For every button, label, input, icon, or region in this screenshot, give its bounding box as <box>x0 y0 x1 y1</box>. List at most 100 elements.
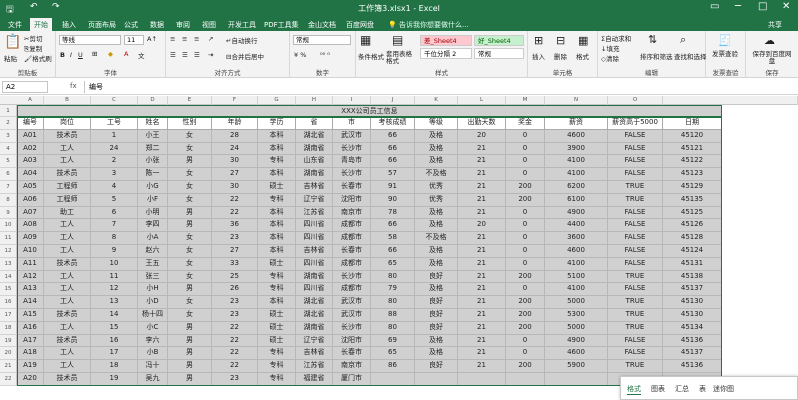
table-cell[interactable]: 专科 <box>258 360 296 373</box>
table-cell[interactable]: 0 <box>506 129 545 143</box>
decimal-icon[interactable]: ⁰⁰ ⁰ <box>320 51 330 59</box>
table-cell[interactable]: 王五 <box>138 257 168 271</box>
table-cell[interactable]: 良好 <box>415 309 458 322</box>
table-cell[interactable]: FALSE <box>608 129 663 143</box>
find-select-icon[interactable]: ⌕ <box>680 33 686 47</box>
table-cell[interactable]: 及格 <box>415 334 458 348</box>
table-cell[interactable]: 工程师 <box>44 193 91 207</box>
table-cell[interactable]: 女 <box>168 232 212 245</box>
table-cell[interactable]: 45129 <box>663 181 722 194</box>
table-cell[interactable]: 0 <box>506 232 545 245</box>
find-select-button[interactable]: 查找和选择 <box>674 51 707 61</box>
row-header[interactable]: 4 <box>0 142 17 156</box>
minimize-icon[interactable]: ─ <box>735 1 741 12</box>
tab-view[interactable]: 视图 <box>198 18 220 31</box>
invoice-icon[interactable]: 🧾 <box>718 34 732 47</box>
table-format-button[interactable]: 套用表格格式 <box>386 51 416 65</box>
table-cell[interactable]: 四川省 <box>296 283 333 297</box>
table-cell[interactable]: 良好 <box>415 296 458 309</box>
table-cell[interactable]: A03 <box>17 155 44 169</box>
table-cell[interactable]: FALSE <box>608 347 663 361</box>
table-cell[interactable]: 武汉市 <box>333 129 371 143</box>
table-cell[interactable]: 硕士 <box>258 181 296 194</box>
style-normal[interactable]: 常规 <box>474 48 524 59</box>
qa-tab-sparklines[interactable]: 迷你图 <box>713 384 734 394</box>
table-cell[interactable]: 四川省 <box>296 219 333 233</box>
table-cell[interactable]: 女 <box>168 142 212 156</box>
currency-icon[interactable]: ¥ % <box>294 51 306 59</box>
column-header-p[interactable] <box>722 96 798 105</box>
table-cell[interactable]: 19 <box>91 373 138 386</box>
table-cell[interactable]: 江苏省 <box>296 360 333 373</box>
table-cell[interactable]: 湖南省 <box>296 142 333 156</box>
table-cell[interactable]: 女 <box>168 309 212 322</box>
table-cell[interactable]: 25 <box>212 270 258 284</box>
table-cell[interactable]: 吴九 <box>138 373 168 386</box>
column-header-C[interactable]: C <box>91 96 138 105</box>
table-cell[interactable]: 66 <box>371 129 415 143</box>
table-format-icon[interactable]: ▤ <box>392 33 403 47</box>
table-cell[interactable]: 0 <box>506 334 545 348</box>
table-cell[interactable]: 0 <box>506 155 545 169</box>
table-cell[interactable]: 200 <box>506 181 545 194</box>
table-cell[interactable]: FALSE <box>608 232 663 245</box>
table-cell[interactable]: 小A <box>138 232 168 245</box>
table-cell[interactable]: 21 <box>458 360 506 373</box>
column-header-H[interactable]: H <box>296 96 333 105</box>
table-cell[interactable]: 4600 <box>545 245 608 258</box>
table-cell[interactable]: 郑二 <box>138 142 168 156</box>
table-cell[interactable]: A19 <box>17 360 44 373</box>
invoice-check-button[interactable]: 发票查验 <box>712 51 740 58</box>
table-cell[interactable]: 65 <box>371 257 415 271</box>
share-button[interactable]: 共享 <box>764 18 786 31</box>
row-header[interactable]: 6 <box>0 168 17 181</box>
column-header-M[interactable]: M <box>506 96 545 105</box>
table-cell[interactable]: 22 <box>212 347 258 361</box>
column-title-cell[interactable]: 工号 <box>91 117 138 130</box>
autosum-button[interactable]: Σ自动求和 <box>601 33 631 43</box>
table-cell[interactable]: 陈一 <box>138 168 168 181</box>
table-cell[interactable]: 21 <box>458 193 506 207</box>
row-header[interactable]: 18 <box>0 321 17 335</box>
table-cell[interactable]: 3900 <box>545 142 608 156</box>
table-cell[interactable]: 优秀 <box>415 181 458 194</box>
table-cell[interactable]: 小明 <box>138 206 168 220</box>
table-cell[interactable]: 本科 <box>258 168 296 181</box>
table-cell[interactable]: 男 <box>168 155 212 169</box>
table-cell[interactable]: 湖南省 <box>296 168 333 181</box>
table-cell[interactable]: 21 <box>458 309 506 322</box>
table-cell[interactable]: 成都市 <box>333 283 371 297</box>
table-cell[interactable]: A12 <box>17 270 44 284</box>
table-cell[interactable]: 45130 <box>663 296 722 309</box>
table-cell[interactable]: 技术员 <box>44 309 91 322</box>
table-cell[interactable]: 0 <box>506 283 545 297</box>
table-cell[interactable]: 工人 <box>44 321 91 335</box>
conditional-format-icon[interactable]: ▦ <box>360 33 371 47</box>
table-cell[interactable]: 本科 <box>258 296 296 309</box>
table-cell[interactable]: 5 <box>91 193 138 207</box>
table-cell[interactable]: 21 <box>458 232 506 245</box>
table-cell[interactable]: 2 <box>91 155 138 169</box>
tab-pdf[interactable]: PDF工具集 <box>260 18 303 31</box>
row-header[interactable]: 3 <box>0 129 17 143</box>
table-cell[interactable]: 88 <box>371 309 415 322</box>
table-cell[interactable]: 良好 <box>415 360 458 373</box>
table-cell[interactable]: 26 <box>212 283 258 297</box>
table-cell[interactable]: 女 <box>168 296 212 309</box>
table-cell[interactable]: 本科 <box>258 245 296 258</box>
table-cell[interactable]: 4100 <box>545 168 608 181</box>
tab-review[interactable]: 审阅 <box>172 18 194 31</box>
row-header[interactable]: 20 <box>0 347 17 361</box>
table-cell[interactable]: A13 <box>17 283 44 297</box>
table-cell[interactable]: 专科 <box>258 283 296 297</box>
table-cell[interactable]: 青岛市 <box>333 155 371 169</box>
table-cell[interactable]: 男 <box>168 360 212 373</box>
table-cell[interactable]: A11 <box>17 257 44 271</box>
table-cell[interactable]: 86 <box>371 360 415 373</box>
table-cell[interactable]: 良好 <box>415 321 458 335</box>
table-cell[interactable] <box>371 373 415 386</box>
table-cell[interactable]: 李六 <box>138 334 168 348</box>
table-cell[interactable]: FALSE <box>608 206 663 220</box>
tab-insert[interactable]: 插入 <box>58 18 80 31</box>
table-cell[interactable]: 4100 <box>545 155 608 169</box>
